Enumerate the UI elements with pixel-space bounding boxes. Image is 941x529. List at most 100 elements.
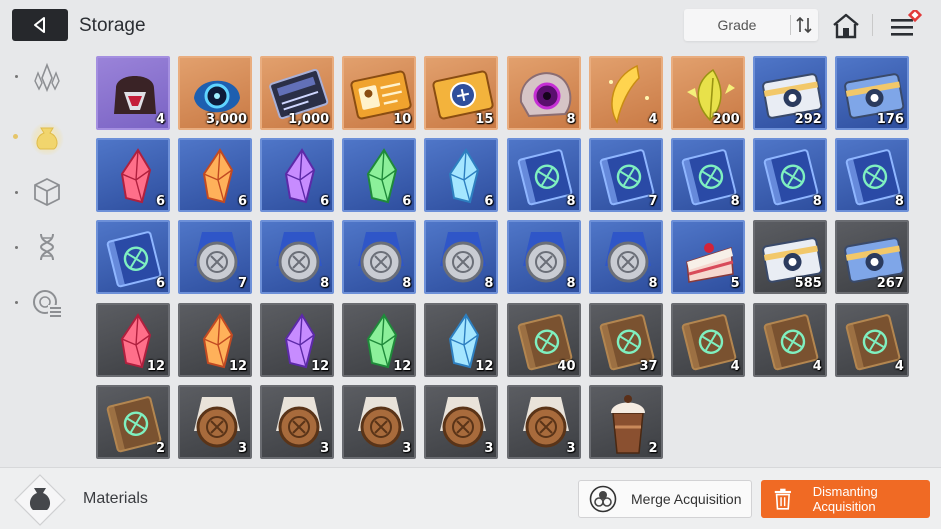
inventory-item[interactable]: 585 xyxy=(752,220,827,295)
inventory-item[interactable]: 10 xyxy=(342,56,417,130)
inventory-item[interactable]: 3 xyxy=(342,384,417,459)
page-title: Storage xyxy=(79,15,146,36)
inventory-item[interactable]: 3,000 xyxy=(178,56,253,130)
inventory-item[interactable]: 3 xyxy=(506,384,581,459)
inventory-item[interactable]: 8 xyxy=(752,138,827,213)
home-icon[interactable] xyxy=(831,12,861,40)
item-quantity: 267 xyxy=(876,276,904,292)
inventory-item[interactable]: 6 xyxy=(178,138,253,213)
dna-icon xyxy=(39,233,55,261)
item-quantity: 8 xyxy=(566,112,576,127)
top-bar: Storage Grade xyxy=(0,0,941,52)
item-quantity: 40 xyxy=(557,358,576,374)
inventory-item[interactable]: 7 xyxy=(588,138,663,213)
disc-list-icon xyxy=(33,290,62,317)
merge-acquisition-button[interactable]: Merge Acquisition xyxy=(578,480,752,518)
inventory-item[interactable]: 3 xyxy=(178,384,253,459)
menu-icon[interactable] xyxy=(889,10,923,42)
inventory-item[interactable]: 12 xyxy=(424,302,499,377)
inventory-item[interactable]: 2 xyxy=(96,384,170,459)
item-quantity: 585 xyxy=(794,276,822,292)
inventory-item[interactable]: 6 xyxy=(260,138,335,213)
item-quantity: 8 xyxy=(484,276,494,292)
sidebar-tab-genes[interactable] xyxy=(28,228,66,266)
crystals-icon xyxy=(34,62,60,93)
inventory-item[interactable]: 8 xyxy=(424,220,499,295)
inventory-item[interactable]: 267 xyxy=(834,220,909,295)
sidebar-tab-crystals[interactable] xyxy=(28,59,66,97)
header-divider xyxy=(872,14,873,36)
sidebar-active-dot xyxy=(13,134,18,139)
inventory-item[interactable]: 2 xyxy=(588,384,663,459)
inventory-item[interactable]: 40 xyxy=(506,302,581,377)
item-quantity: 8 xyxy=(894,194,904,210)
item-quantity: 3,000 xyxy=(205,112,248,127)
inventory-item[interactable]: 8 xyxy=(260,220,335,295)
item-quantity: 200 xyxy=(712,112,740,127)
item-quantity: 2 xyxy=(155,440,165,456)
item-quantity: 6 xyxy=(320,194,330,210)
inventory-item[interactable]: 3 xyxy=(424,384,499,459)
item-quantity: 6 xyxy=(155,194,165,210)
inventory-item[interactable]: 5 xyxy=(670,220,745,295)
item-quantity: 12 xyxy=(311,358,330,374)
item-quantity: 4 xyxy=(894,358,904,374)
inventory-item[interactable]: 176 xyxy=(834,56,909,130)
cube-icon xyxy=(34,177,60,207)
inventory-item[interactable]: 4 xyxy=(834,302,909,377)
inventory-item[interactable]: 6 xyxy=(96,138,170,213)
item-quantity: 3 xyxy=(566,440,576,456)
item-quantity: 8 xyxy=(566,276,576,292)
inventory-item[interactable]: 292 xyxy=(752,56,827,130)
inventory-item[interactable]: 1,000 xyxy=(260,56,335,130)
inventory-item[interactable]: 8 xyxy=(506,138,581,213)
dismantling-acquisition-button[interactable]: Dismanting Acquisition xyxy=(761,480,930,518)
inventory-item[interactable]: 15 xyxy=(424,56,499,130)
item-quantity: 1,000 xyxy=(288,112,330,127)
item-quantity: 12 xyxy=(146,358,165,374)
item-quantity: 3 xyxy=(238,440,248,456)
inventory-item[interactable]: 200 xyxy=(670,56,745,130)
sidebar-tab-packages[interactable] xyxy=(28,173,66,211)
sidebar-tab-data[interactable] xyxy=(28,284,66,322)
inventory-item[interactable]: 12 xyxy=(178,302,253,377)
bottom-bar: Materials Merge Acquisition Dismanting A… xyxy=(0,467,941,529)
sidebar-dot xyxy=(15,75,18,78)
item-quantity: 4 xyxy=(730,358,740,374)
item-grid: 4 3,000 1,000 10 15 8 4 200 292 176 6 6 … xyxy=(96,56,916,460)
category-label: Materials xyxy=(83,490,148,507)
inventory-item[interactable]: 4 xyxy=(752,302,827,377)
item-quantity: 6 xyxy=(402,194,412,210)
inventory-item[interactable]: 7 xyxy=(178,220,253,295)
item-quantity: 4 xyxy=(648,112,658,127)
inventory-item[interactable]: 4 xyxy=(588,56,663,130)
item-quantity: 8 xyxy=(566,194,576,210)
pouch-icon xyxy=(30,122,64,155)
inventory-item[interactable]: 4 xyxy=(670,302,745,377)
item-quantity: 7 xyxy=(238,276,248,292)
inventory-item[interactable]: 8 xyxy=(588,220,663,295)
category-sidebar xyxy=(0,52,80,464)
inventory-item[interactable]: 12 xyxy=(96,302,170,377)
inventory-item[interactable]: 12 xyxy=(260,302,335,377)
back-button[interactable] xyxy=(12,9,68,41)
inventory-item[interactable]: 6 xyxy=(424,138,499,213)
inventory-item[interactable]: 6 xyxy=(342,138,417,213)
item-quantity: 8 xyxy=(320,276,330,292)
inventory-item[interactable]: 37 xyxy=(588,302,663,377)
sort-order-icon[interactable] xyxy=(793,15,815,35)
item-quantity: 12 xyxy=(475,358,494,374)
inventory-item[interactable]: 8 xyxy=(506,220,581,295)
inventory-item[interactable]: 6 xyxy=(96,220,170,295)
sort-grade-label: Grade xyxy=(717,17,757,33)
inventory-item[interactable]: 8 xyxy=(670,138,745,213)
inventory-item[interactable]: 4 xyxy=(96,56,170,130)
inventory-item[interactable]: 12 xyxy=(342,302,417,377)
sort-grade-button[interactable]: Grade xyxy=(684,9,818,41)
inventory-item[interactable]: 8 xyxy=(834,138,909,213)
item-quantity: 8 xyxy=(730,194,740,210)
inventory-item[interactable]: 8 xyxy=(506,56,581,130)
sidebar-tab-materials[interactable] xyxy=(28,118,66,156)
inventory-item[interactable]: 3 xyxy=(260,384,335,459)
inventory-item[interactable]: 8 xyxy=(342,220,417,295)
